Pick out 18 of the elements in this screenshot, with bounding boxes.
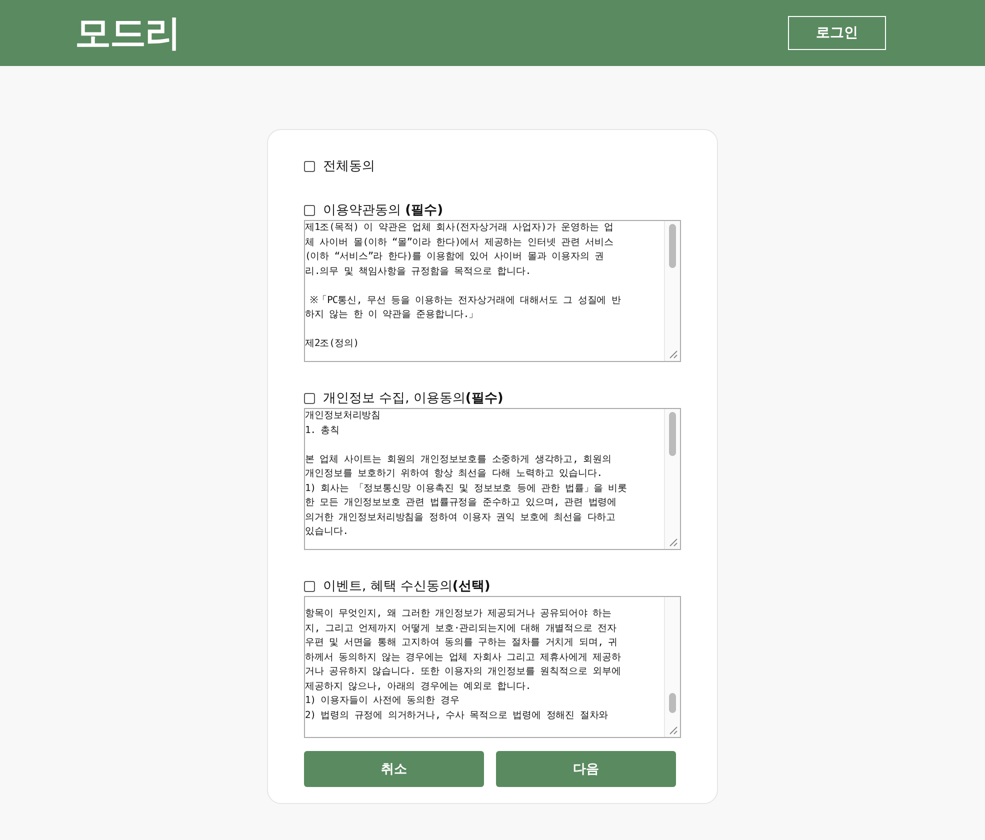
checkbox-label: 전체동의 <box>323 158 375 175</box>
checkbox[interactable] <box>304 160 315 172</box>
checkbox[interactable] <box>304 204 315 216</box>
resize-grip-icon[interactable] <box>669 726 678 735</box>
cancel-button[interactable]: 취소 <box>304 751 484 787</box>
scrollbar-thumb[interactable] <box>669 693 676 713</box>
login-button[interactable]: 로그인 <box>788 16 886 50</box>
next-button[interactable]: 다음 <box>496 751 676 787</box>
scrollbar-thumb[interactable] <box>669 412 676 456</box>
checkbox-label: 개인정보 수집, 이용동의(필수) <box>323 390 504 407</box>
resize-grip-icon[interactable] <box>669 350 678 359</box>
resize-grip-icon[interactable] <box>669 538 678 547</box>
checkbox-label: 이벤트, 혜택 수신동의(선택) <box>323 578 490 595</box>
scrollbar-thumb[interactable] <box>669 224 676 268</box>
logo: 모드리 <box>75 12 180 56</box>
checkbox[interactable] <box>304 580 315 592</box>
checkbox-label: 이용약관동의 (필수) <box>323 202 444 219</box>
checkbox[interactable] <box>304 392 315 404</box>
